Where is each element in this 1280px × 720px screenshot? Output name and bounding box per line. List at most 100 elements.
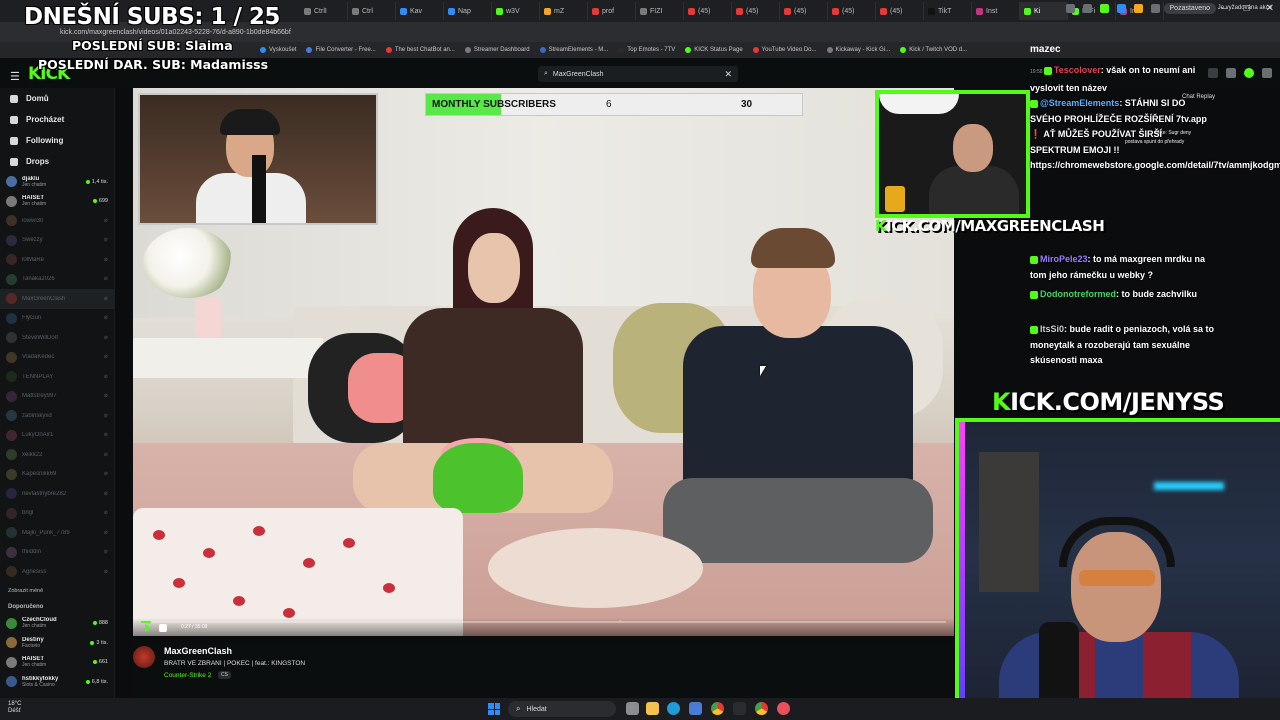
task-view-icon[interactable] [626,702,639,715]
search-input[interactable]: ⌕ MaxGreenClash ✕ [538,66,738,82]
vod-tag[interactable]: CS [218,671,231,679]
chat-extension-icon[interactable] [1226,68,1236,78]
sidebar-nav-drops[interactable]: Drops [0,151,114,172]
sidebar-channel[interactable]: HAISET Jen chatim 699 [0,192,114,212]
channel-avatar [6,507,17,519]
profile-button[interactable]: Pozastaveno [1163,3,1216,14]
sidebar-channel[interactable]: Mattstrey997 ⊘ [0,387,114,407]
terminal-icon[interactable] [733,702,746,715]
chrome-icon[interactable] [711,702,724,715]
sidebar-channel[interactable]: VladaKedec ⊘ [0,348,114,368]
extension-icon[interactable] [1134,4,1143,13]
sidebar-nav-following[interactable]: Following [0,130,114,151]
sidebar-channel[interactable]: zabinskyxd ⊘ [0,406,114,426]
browser-tab[interactable]: (45) [732,2,780,20]
bookmark-item[interactable]: Kick / Twitch VOD d... [900,47,967,53]
sidebar-channel[interactable]: Majki_Punk_7789 ⊘ [0,523,114,543]
browser-tab[interactable]: (45) [828,2,876,20]
sidebar-channel[interactable]: Tanaka2026 ⊘ [0,270,114,290]
sidebar-channel[interactable]: HAISET Jen chatim 661 [0,653,114,673]
clear-search-icon[interactable]: ✕ [724,69,732,80]
sidebar-channel[interactable]: Swezzy ⊘ [0,231,114,251]
browser-tab[interactable]: Inst [972,2,1020,20]
video-scene-toy [433,443,523,513]
browser-tab[interactable]: Kav [396,2,444,20]
channel-avatar [6,410,17,422]
browser-tab[interactable]: TikT [924,2,972,20]
zoom-icon[interactable] [1066,4,1075,13]
chat-user-icon[interactable] [1262,68,1272,78]
video-progress-bar[interactable] [141,621,946,623]
sidebar-channel[interactable]: thiiddin ⊘ [0,543,114,563]
browser-tab[interactable]: w3V [492,2,540,20]
sidebar-channel[interactable]: FlyGun ⊘ [0,309,114,329]
puzzle-icon[interactable] [1151,4,1160,13]
chat-username[interactable]: Tescolover [1054,65,1101,75]
sidebar-channel[interactable]: TENNPLAY ⊘ [0,367,114,387]
weather-widget[interactable]: 18°C Déšť [8,701,21,715]
sidebar-channel[interactable]: Kapesnikk69 ⊘ [0,465,114,485]
browser-tab[interactable]: Ki [1020,2,1068,20]
sidebar-channel[interactable]: SteveWillDoIt ⊘ [0,328,114,348]
menu-icon[interactable]: ☰ [10,70,20,83]
vod-category[interactable]: Counter-Strike 2 [164,672,211,679]
volume-icon[interactable] [159,624,167,632]
store-icon[interactable] [689,702,702,715]
browser-tab[interactable]: Ctrl [348,2,396,20]
play-icon[interactable] [145,624,151,632]
sidebar-nav-procházet[interactable]: Procházet [0,109,114,130]
extension-icon[interactable] [1117,4,1126,13]
chat-status-icon[interactable] [1244,68,1254,78]
windows-start-icon[interactable] [488,703,500,715]
chat-username[interactable]: Dodonotreformed [1040,289,1116,299]
taskbar-search[interactable]: ⌕ Hledat [508,701,616,717]
chat-username[interactable]: @StreamElements [1040,98,1119,108]
bookmark-item[interactable]: YouTube Video Do... [752,47,817,53]
app-icon[interactable] [777,702,790,715]
star-icon[interactable] [1083,4,1092,13]
show-less-button[interactable]: Zobrazit méně [0,582,114,600]
browser-tab[interactable]: FIZI [636,2,684,20]
browser-tab[interactable]: mZ [540,2,588,20]
sidebar-channel[interactable]: CzechCloud Jen chatim 888 [0,614,114,634]
sidebar-nav-domů[interactable]: Domů [0,88,114,109]
browser-tab[interactable]: Nap [444,2,492,20]
bookmark-item[interactable]: The best ChatBot an... [385,47,455,53]
sidebar-channel[interactable]: lowwi30 ⊘ [0,211,114,231]
channel-avatar[interactable] [133,646,155,668]
sidebar-channel[interactable]: Agnesiss ⊘ [0,562,114,582]
bookmark-item[interactable]: KICK Status Page [685,47,743,53]
browser-tab[interactable]: CtrlI [300,2,348,20]
extension-icon[interactable] [1100,4,1109,13]
bookmark-item[interactable]: Top Emotes - 7TV [618,47,675,53]
sidebar-channel[interactable]: bngl ⊘ [0,504,114,524]
pending-action-badge[interactable]: Je vyžadována akce [1218,5,1272,11]
bookmark-item[interactable]: Kickaway - Kick Gi... [826,47,890,53]
bookmark-item[interactable]: Streamer Dashboard [464,47,530,53]
chrome-icon[interactable] [755,702,768,715]
bookmark-item[interactable]: Vyskoušet [260,47,296,53]
sidebar-channel[interactable]: LukyOnAir1 ⊘ [0,426,114,446]
chat-username[interactable]: MiroPele23 [1040,254,1088,264]
file-explorer-icon[interactable] [646,702,659,715]
sidebar-channel[interactable]: djaklu Jen chatim 1,4 tis. [0,172,114,192]
chat-settings-icon[interactable] [1208,68,1218,78]
video-controls[interactable]: 0:27 / 35:09 [133,618,954,636]
edge-icon[interactable] [667,702,680,715]
search-value[interactable]: MaxGreenClash [553,71,720,78]
channel-name[interactable]: MaxGreenClash [164,646,232,656]
sidebar-channel[interactable]: l0lMaRe ⊘ [0,250,114,270]
browser-tab[interactable]: (45) [780,2,828,20]
bookmark-item[interactable]: StreamElements - M... [539,47,608,53]
sidebar-channel[interactable]: MaxGreenClash ⊘ [0,289,114,309]
sidebar-channel[interactable]: xeikk22 ⊘ [0,445,114,465]
browser-tab[interactable]: (45) [876,2,924,20]
sidebar-channel[interactable]: hstikkytokky Slots & Casino 6,8 tis. [0,672,114,692]
bookmark-item[interactable]: File Converter - Free... [306,47,376,53]
browser-tab[interactable]: prof [588,2,636,20]
chat-username[interactable]: ItsSi0 [1040,324,1064,334]
browser-tab[interactable]: (45) [684,2,732,20]
chevron-up-icon[interactable]: ⌃ [617,619,624,628]
sidebar-channel[interactable]: nevlastnybre282 ⊘ [0,484,114,504]
sidebar-channel[interactable]: Destiny Factorio 3 tis. [0,633,114,653]
